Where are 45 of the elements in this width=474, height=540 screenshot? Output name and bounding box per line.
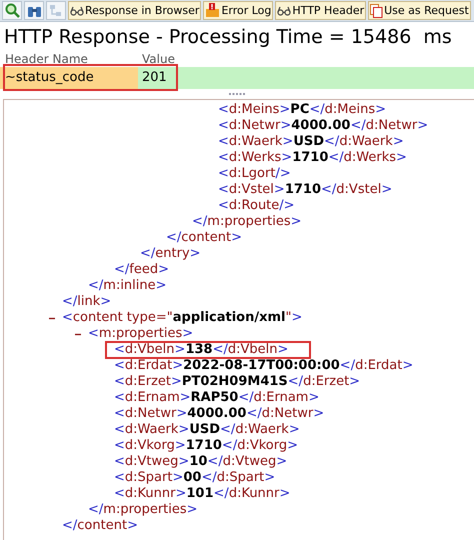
xml-line: </feed> [114,262,170,278]
xml-line: <d:Route/> [218,198,295,214]
xml-line: <d:Vbeln>138</d:Vbeln> [114,342,288,358]
table-cell: 201 [138,67,474,89]
toolbar-button[interactable]: HTTP Header [275,1,366,20]
xml-line: <d:Spart>00</d:Spart> [114,470,276,486]
xml-line: <d:Erzet>PT02H09M41S</d:Erzet> [114,374,360,390]
xml-line: <content type="application/xml"> [62,310,302,326]
xml-line: <d:Netwr>4000.00</d:Netwr> [114,406,324,422]
collapse-icon[interactable] [49,315,56,322]
column-header: Value [141,52,175,66]
xml-line: <d:Netwr>4000.00</d:Netwr> [218,118,428,134]
column-header: Header Name [4,52,89,66]
xml-line: <d:Vstel>1710</d:Vstel> [218,182,392,198]
xml-line: </link> [62,294,112,310]
xml-line: <d:Vtweg>10</d:Vtweg> [114,454,288,470]
xml-line: </content> [166,230,242,246]
xml-line: <d:Waerk>USD</d:Waerk> [218,134,404,150]
error-log-icon [205,3,220,18]
xml-line: <d:Erdat>2022-08-17T00:00:00</d:Erdat> [114,358,414,374]
toolbar-button[interactable]: Use as Request [368,1,471,20]
table-cell: ~status_code [0,67,138,89]
xml-line: <d:Werks>1710</d:Werks> [218,150,407,166]
xml-line: <d:Lgort/> [218,166,291,182]
search-icon[interactable] [2,1,22,20]
xml-line: <m:properties> [88,326,194,342]
window-title: HTTP Response - Processing Time = 15486 ms [4,26,452,48]
xml-line: </m:inline> [88,278,167,294]
glasses-icon [277,6,292,16]
xml-line: </entry> [140,246,201,262]
xml-line: <d:Waerk>USD</d:Waerk> [114,422,300,438]
splitter-handle[interactable] [229,93,245,95]
xml-line: </m:properties> [192,214,302,230]
xml-line: <d:Kunnr>101</d:Kunnr> [114,486,290,502]
xml-line: </content> [62,518,138,534]
toolbar-button[interactable]: Error Log [203,1,274,20]
glasses-icon [70,6,84,16]
binoculars-icon[interactable] [24,1,44,20]
toolbar-button[interactable]: Response in Browser [68,1,202,20]
xml-line: <d:Vkorg>1710</d:Vkorg> [114,438,298,454]
xml-line: <d:Ernam>RAP50</d:Ernam> [114,390,320,406]
collapse-icon[interactable] [75,331,82,338]
xml-line: <d:Meins>PC</d:Meins> [218,102,386,118]
document-icon [370,4,384,18]
xml-line: </m:properties> [88,502,198,518]
